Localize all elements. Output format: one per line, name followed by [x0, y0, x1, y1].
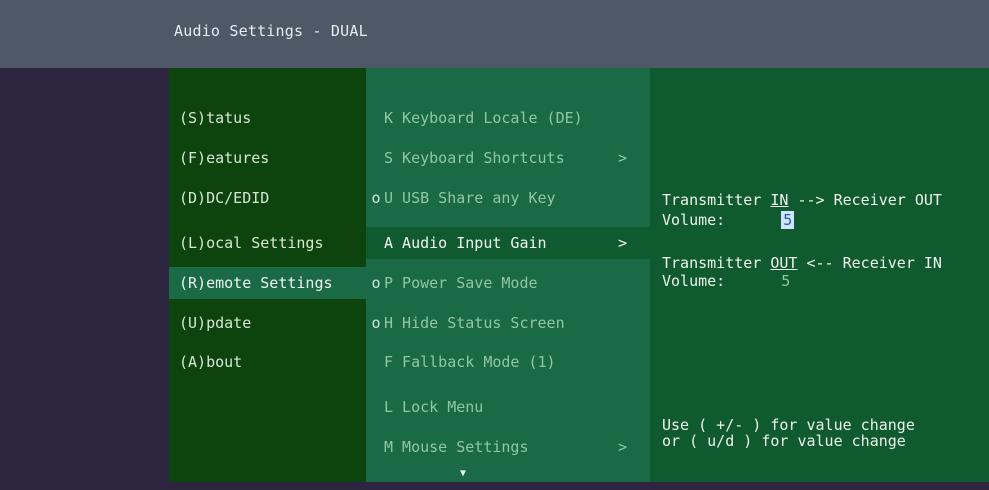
- tx-label-prefix: Transmitter: [662, 191, 771, 209]
- sub-item-mouse-settings[interactable]: M Mouse Settings >: [366, 431, 650, 463]
- sub-item-label: K Keyboard Locale (DE): [384, 109, 583, 127]
- chevron-right-icon: >: [618, 234, 628, 252]
- sub-item-audio-input-gain[interactable]: A Audio Input Gain >: [366, 227, 650, 259]
- menu-item-status[interactable]: (S)tatus: [169, 102, 366, 134]
- menu-item-local-settings[interactable]: (L)ocal Settings: [169, 227, 366, 259]
- sub-item-label: H Hide Status Screen: [384, 314, 565, 332]
- rx-direction-label: Transmitter OUT <-- Receiver IN: [662, 255, 942, 271]
- menu-item-features[interactable]: (F)eatures: [169, 142, 366, 174]
- tx-direction-label: Transmitter IN --> Receiver OUT: [662, 192, 942, 208]
- tx-volume-row: Volume: 5: [662, 211, 795, 229]
- sub-item-lock-menu[interactable]: L Lock Menu: [366, 391, 650, 423]
- sub-menu: K Keyboard Locale (DE) S Keyboard Shortc…: [366, 68, 650, 482]
- sub-item-fallback-mode[interactable]: F Fallback Mode (1): [366, 346, 650, 378]
- rx-label-out: OUT: [770, 254, 798, 272]
- detail-panel: Transmitter IN --> Receiver OUT Volume: …: [650, 68, 989, 482]
- bullet-icon: o: [371, 189, 381, 207]
- sub-item-label: L Lock Menu: [384, 398, 484, 416]
- scroll-down-icon[interactable]: ▼: [460, 468, 466, 480]
- main-menu: (S)tatus (F)eatures (D)DC/EDID (L)ocal S…: [169, 68, 366, 482]
- sub-item-label: A Audio Input Gain: [384, 234, 547, 252]
- rx-volume-value[interactable]: 5: [781, 272, 790, 290]
- sub-item-label: M Mouse Settings: [384, 438, 529, 456]
- menu-item-about[interactable]: (A)bout: [169, 346, 366, 378]
- tx-label-in: IN: [770, 191, 789, 209]
- chevron-right-icon: >: [618, 438, 628, 456]
- hint-line-2: or ( u/d ) for value change: [662, 432, 906, 450]
- tx-volume-value[interactable]: 5: [781, 211, 795, 229]
- rx-label-prefix: Transmitter: [662, 254, 771, 272]
- title-bar: Audio Settings - DUAL: [0, 0, 989, 68]
- window-title: Audio Settings - DUAL: [174, 22, 368, 40]
- sub-item-hide-status[interactable]: o H Hide Status Screen: [366, 307, 650, 339]
- tx-volume-label: Volume:: [662, 211, 726, 229]
- sub-item-keyboard-locale[interactable]: K Keyboard Locale (DE): [366, 102, 650, 134]
- sub-item-label: U USB Share any Key: [384, 189, 556, 207]
- sub-item-power-save[interactable]: o P Power Save Mode: [366, 267, 650, 299]
- menu-item-update[interactable]: (U)pdate: [169, 307, 366, 339]
- rx-label-suffix: <-- Receiver IN: [797, 254, 942, 272]
- chevron-right-icon: >: [618, 149, 628, 167]
- menu-item-remote-settings[interactable]: (R)emote Settings: [169, 267, 366, 299]
- sub-item-label: P Power Save Mode: [384, 274, 538, 292]
- sub-item-usb-share[interactable]: o U USB Share any Key: [366, 182, 650, 214]
- tx-label-suffix: --> Receiver OUT: [788, 191, 942, 209]
- sub-item-label: S Keyboard Shortcuts: [384, 149, 565, 167]
- bullet-icon: o: [371, 274, 381, 292]
- sub-item-keyboard-shortcuts[interactable]: S Keyboard Shortcuts >: [366, 142, 650, 174]
- rx-volume-row: Volume: 5: [662, 273, 790, 289]
- sub-item-label: F Fallback Mode (1): [384, 353, 556, 371]
- rx-volume-label: Volume:: [662, 272, 726, 290]
- menu-item-ddc-edid[interactable]: (D)DC/EDID: [169, 182, 366, 214]
- bullet-icon: o: [371, 314, 381, 332]
- hint-line-1: Use ( +/- ) for value change: [662, 416, 915, 434]
